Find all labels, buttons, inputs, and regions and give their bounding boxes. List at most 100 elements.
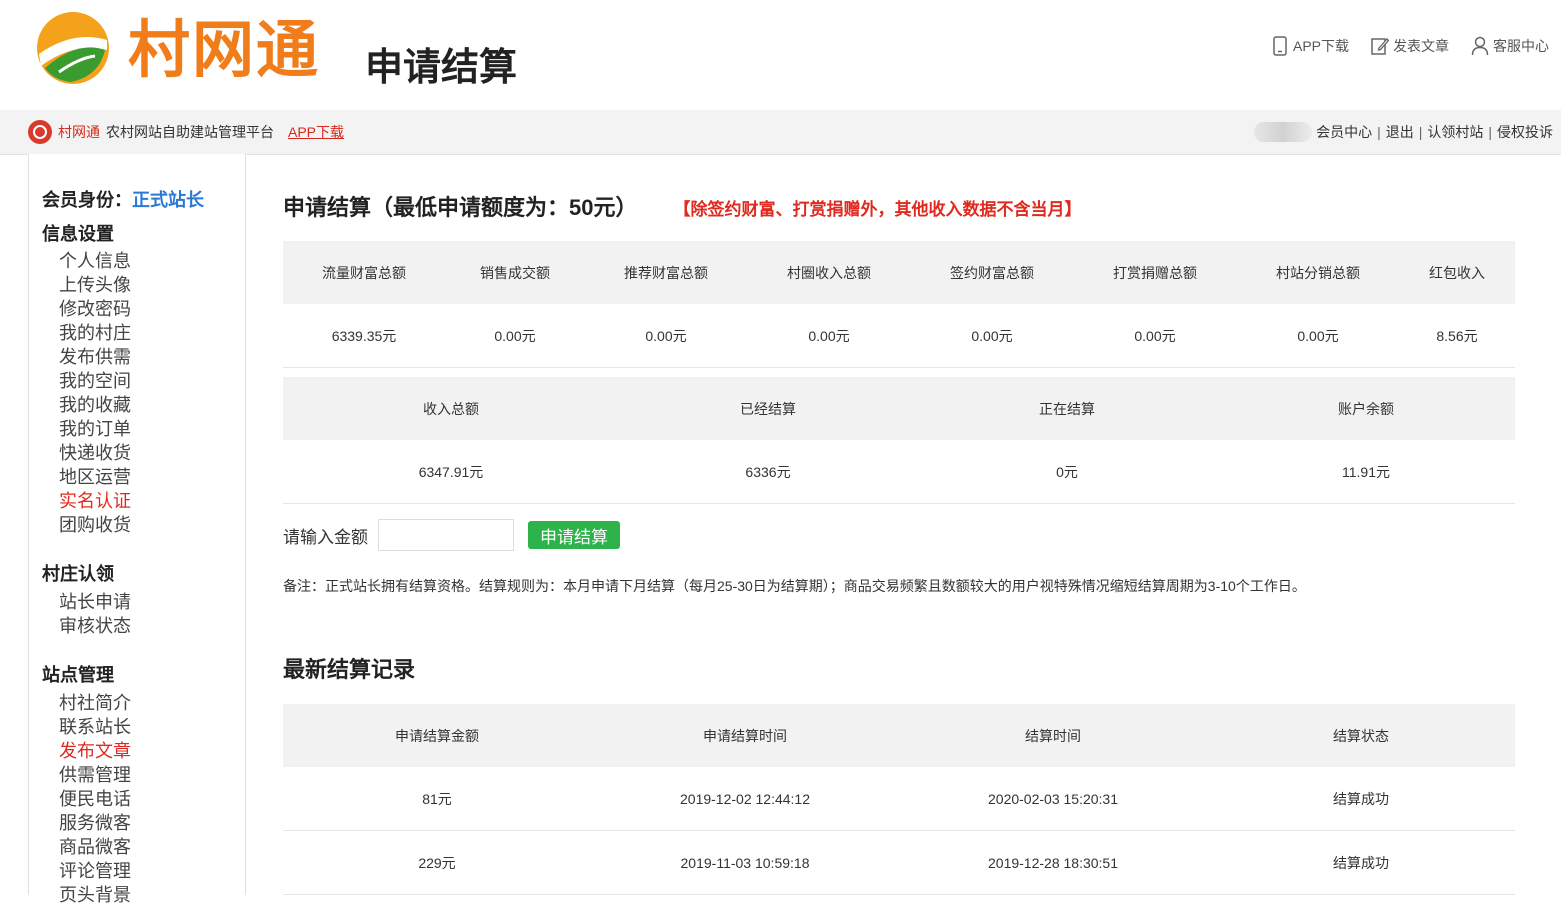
separator: | [1418,124,1423,140]
app-download-label: APP下载 [1292,38,1349,54]
amount-row: 请输入金额 申请结算 [283,519,620,551]
separator: | [1377,124,1381,140]
sidebar: 会员身份：正式站长 信息设置 个人信息 上传头像 修改密码 我的村庄 发布供需 … [28,154,246,905]
table-header-cell: 结算状态 [1207,704,1515,767]
table-row: 6347.91元 6336元 0元 11.91元 [283,440,1515,504]
table-header-cell: 账户余额 [1217,377,1515,440]
group-title-info-settings: 信息设置 [42,224,114,244]
table-cell: 0.00元 [1237,304,1399,368]
table-row: 229元 2019-11-03 10:59:18 2019-12-28 18:3… [283,830,1515,895]
table-header-cell: 村圈收入总额 [747,241,911,304]
sidebar-item-review-status[interactable]: 审核状态 [59,614,131,638]
income-table: 流量财富总额 销售成交额 推荐财富总额 村圈收入总额 签约财富总额 打赏捐赠总额… [283,241,1515,368]
member-identity: 会员身份：正式站长 [42,186,204,212]
sidebar-item-contact-webmaster[interactable]: 联系站长 [59,715,131,739]
publish-article-link[interactable]: 发表文章 [1371,36,1449,56]
member-label: 会员身份： [42,190,132,210]
app-download-link[interactable]: APP下载 [1271,36,1349,56]
service-center-link[interactable]: 客服中心 [1471,36,1549,56]
table-cell: 2020-02-03 15:20:31 [899,767,1207,831]
seal-logo-icon [28,120,52,144]
settlement-note: 备注：正式站长拥有结算资格。结算规则为：本月申请下月结算（每月25-30日为结算… [283,578,1306,594]
table-header-cell: 红包收入 [1399,241,1515,304]
sidebar-item-change-password[interactable]: 修改密码 [59,297,131,321]
table-cell: 11.91元 [1217,440,1515,504]
sidebar-item-post-supply[interactable]: 发布供需 [59,345,131,369]
sidebar-item-my-orders[interactable]: 我的订单 [59,417,131,441]
nav-list-info-settings: 个人信息 上传头像 修改密码 我的村庄 发布供需 我的空间 我的收藏 我的订单 … [59,249,131,537]
sidebar-item-upload-avatar[interactable]: 上传头像 [59,273,131,297]
sidebar-item-header-background[interactable]: 页头背景 [59,883,131,907]
table-cell: 2019-11-03 10:59:18 [591,830,899,895]
table-cell: 229元 [283,830,591,895]
table-header-cell: 流量财富总额 [283,241,445,304]
table-cell: 8.56元 [1399,304,1515,368]
blurred-username [1254,122,1313,142]
nav-list-village-claim: 站长申请 审核状态 [59,590,131,638]
settlement-warning: 【除签约财富、打赏捐赠外，其他收入数据不含当月】 [673,200,1082,219]
bar-app-download-link[interactable]: APP下载 [288,122,344,142]
sidebar-item-my-village[interactable]: 我的村庄 [59,321,131,345]
table-cell: 0.00元 [585,304,747,368]
table-cell: 结算成功 [1207,767,1515,831]
complaint-link[interactable]: 侵权投诉 [1497,122,1553,142]
amount-label: 请输入金额 [283,527,368,547]
member-center-link[interactable]: 会员中心 [1316,122,1372,142]
table-cell: 81元 [283,767,591,831]
sidebar-item-express-receive[interactable]: 快递收货 [59,441,131,465]
table-cell: 0元 [917,440,1217,504]
sidebar-item-comment-management[interactable]: 评论管理 [59,859,131,883]
table-cell: 6339.35元 [283,304,445,368]
bar-brand[interactable]: 村网通 [58,122,100,142]
table-row: 6339.35元 0.00元 0.00元 0.00元 0.00元 0.00元 0… [283,304,1515,368]
settlement-title: 申请结算（最低申请额度为：50元） [283,195,638,220]
apply-settlement-button[interactable]: 申请结算 [528,521,620,549]
sidebar-item-service-micro[interactable]: 服务微客 [59,811,131,835]
service-center-label: 客服中心 [1493,38,1549,54]
records-table: 申请结算金额 申请结算时间 结算时间 结算状态 81元 2019-12-02 1… [283,704,1515,895]
publish-article-label: 发表文章 [1393,38,1449,54]
table-row: 81元 2019-12-02 12:44:12 2020-02-03 15:20… [283,767,1515,831]
table-header-cell: 打赏捐赠总额 [1073,241,1237,304]
group-title-village-claim: 村庄认领 [42,564,114,584]
user-links: 会员中心 | 退出 | 认领村站 | 侵权投诉 [1254,110,1553,154]
summary-table: 收入总额 已经结算 正在结算 账户余额 6347.91元 6336元 0元 11… [283,377,1515,504]
member-role: 正式站长 [132,190,204,210]
user-icon [1471,36,1489,56]
table-cell: 0.00元 [1073,304,1237,368]
records-title: 最新结算记录 [283,657,416,682]
site-header: 村网通 申请结算 APP下载 发表文章 客服中心 [0,0,1561,110]
claim-site-link[interactable]: 认领村站 [1427,122,1483,142]
sidebar-item-webmaster-apply[interactable]: 站长申请 [59,590,131,614]
sidebar-item-my-space[interactable]: 我的空间 [59,369,131,393]
table-header-row: 流量财富总额 销售成交额 推荐财富总额 村圈收入总额 签约财富总额 打赏捐赠总额… [283,241,1515,304]
sidebar-item-group-buy-receive[interactable]: 团购收货 [59,513,131,537]
table-header-cell: 申请结算时间 [591,704,899,767]
sidebar-item-publish-article[interactable]: 发布文章 [59,739,131,763]
table-header-cell: 已经结算 [619,377,917,440]
amount-input[interactable] [378,519,514,551]
table-header-row: 申请结算金额 申请结算时间 结算时间 结算状态 [283,704,1515,767]
top-links: APP下载 发表文章 客服中心 [1271,36,1549,56]
logout-link[interactable]: 退出 [1386,122,1414,142]
table-header-cell: 签约财富总额 [911,241,1073,304]
sidebar-item-product-micro[interactable]: 商品微客 [59,835,131,859]
sidebar-item-regional-ops[interactable]: 地区运营 [59,465,131,489]
sidebar-item-supply-management[interactable]: 供需管理 [59,763,131,787]
sidebar-item-my-favorites[interactable]: 我的收藏 [59,393,131,417]
table-cell: 2019-12-02 12:44:12 [591,767,899,831]
table-header-cell: 申请结算金额 [283,704,591,767]
table-cell: 6336元 [619,440,917,504]
table-header-cell: 结算时间 [899,704,1207,767]
sidebar-item-village-intro[interactable]: 村社简介 [59,691,131,715]
brand-name[interactable]: 村网通 [128,12,320,88]
sidebar-item-personal-info[interactable]: 个人信息 [59,249,131,273]
cunwangtong-logo-icon[interactable] [33,10,113,86]
sidebar-item-real-name-auth[interactable]: 实名认证 [59,489,131,513]
title-row: 申请结算（最低申请额度为：50元） 【除签约财富、打赏捐赠外，其他收入数据不含当… [283,190,1081,222]
table-header-cell: 推荐财富总额 [585,241,747,304]
sidebar-item-service-phones[interactable]: 便民电话 [59,787,131,811]
table-header-cell: 销售成交额 [445,241,585,304]
platform-bar: 村网通 农村网站自助建站管理平台 APP下载 会员中心 | 退出 | 认领村站 … [0,110,1561,155]
nav-list-site-management: 村社简介 联系站长 发布文章 供需管理 便民电话 服务微客 商品微客 评论管理 … [59,691,131,907]
